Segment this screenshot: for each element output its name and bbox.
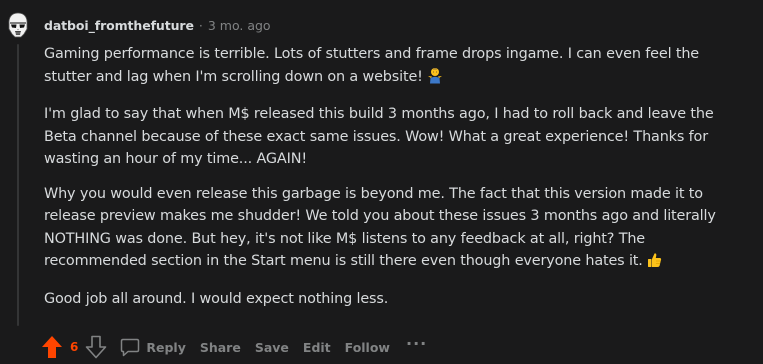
upvote-arrow-icon[interactable] — [40, 335, 64, 359]
more-options-icon[interactable]: ··· — [406, 334, 427, 353]
comment-paragraph: Why you would even release this garbage … — [44, 183, 744, 276]
stormtrooper-avatar-icon — [8, 12, 28, 38]
downvote-arrow-icon[interactable] — [84, 335, 108, 359]
follow-button[interactable]: Follow — [345, 340, 390, 355]
comment-paragraph: Gaming performance is terrible. Lots of … — [44, 43, 744, 91]
save-button[interactable]: Save — [255, 340, 289, 355]
thumbs-up-emoji-icon — [647, 252, 662, 276]
reply-label: Reply — [146, 339, 186, 355]
comment-age[interactable]: 3 mo. ago — [208, 18, 271, 33]
thread-collapse-line[interactable] — [17, 44, 19, 326]
comment-action-bar: 6 Reply Share Save Edit Follow ··· — [40, 334, 427, 360]
reply-button[interactable]: Reply — [120, 337, 186, 357]
meta-separator: · — [198, 17, 203, 33]
author-username[interactable]: datboi_fromthefuture — [44, 18, 194, 33]
paragraph-text: Gaming performance is terrible. Lots of … — [44, 46, 700, 85]
comment-body: Gaming performance is terrible. Lots of … — [44, 43, 744, 322]
edit-button[interactable]: Edit — [303, 340, 331, 355]
comment-paragraph: I'm glad to say that when M$ released th… — [44, 106, 714, 167]
paragraph-text: Why you would even release this garbage … — [44, 185, 716, 270]
share-button[interactable]: Share — [200, 340, 241, 355]
speech-bubble-icon — [121, 338, 140, 357]
avatar[interactable] — [6, 12, 30, 38]
comment: datboi_fromthefuture · 3 mo. ago Gaming … — [0, 0, 763, 364]
vote-score: 6 — [70, 340, 79, 354]
person-shrugging-emoji-icon — [427, 67, 443, 92]
comment-meta: datboi_fromthefuture · 3 mo. ago — [44, 16, 271, 34]
comment-paragraph: Good job all around. I would expect noth… — [44, 290, 389, 307]
